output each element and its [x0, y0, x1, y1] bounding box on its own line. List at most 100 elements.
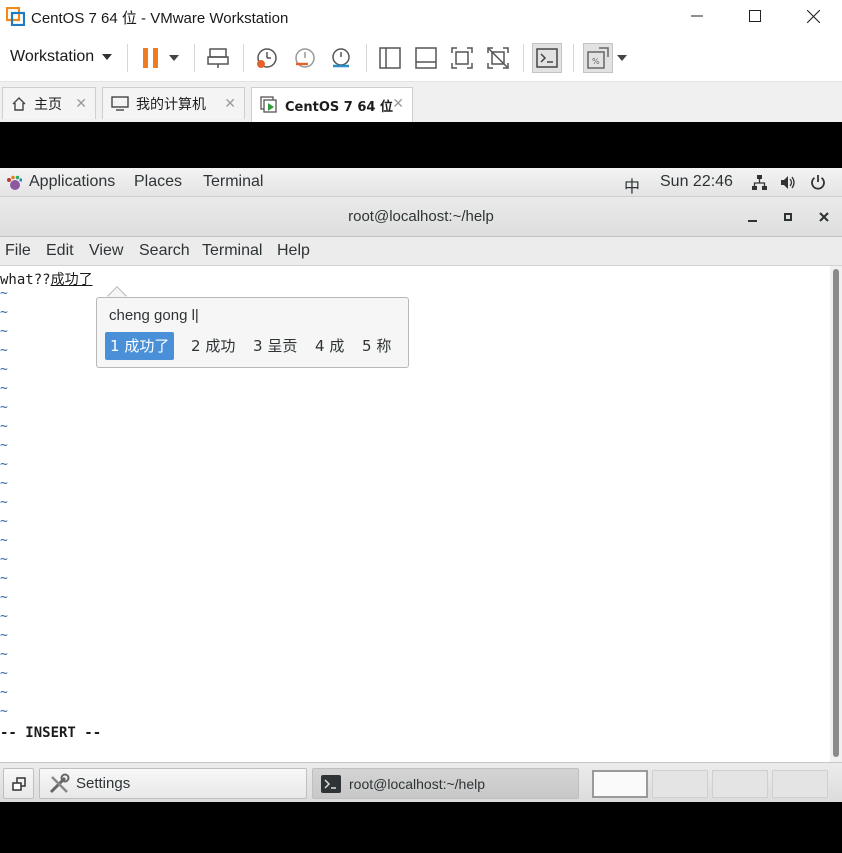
- revert-snapshot-icon: [295, 48, 315, 68]
- taskbar-settings[interactable]: Settings: [39, 768, 307, 799]
- tab-label: 主页: [34, 96, 62, 113]
- snapshot-manager-button[interactable]: [326, 43, 356, 73]
- vim-tilde-marker: ~: [0, 362, 8, 377]
- stretch-guest-button[interactable]: %: [583, 43, 613, 73]
- window-title: CentOS 7 64 位 - VMware Workstation: [31, 10, 289, 27]
- menu-search[interactable]: Search: [139, 242, 190, 260]
- chevron-down-icon: [169, 55, 179, 61]
- scrollbar-thumb[interactable]: [833, 269, 839, 757]
- vim-tilde-marker: ~: [0, 381, 8, 396]
- gnome-bottom-panel: Settings root@localhost:~/help: [0, 762, 842, 802]
- ime-candidate-3[interactable]: 3 呈贡: [248, 332, 302, 360]
- vim-tilde-marker: ~: [0, 495, 8, 510]
- vmware-toolbar: Workstation %: [0, 34, 842, 82]
- candidate-text: 称: [376, 337, 392, 355]
- chevron-down-icon: [617, 55, 627, 61]
- menu-terminal[interactable]: Terminal: [202, 242, 262, 260]
- full-screen-button[interactable]: [447, 43, 477, 73]
- stretch-guest-icon: %: [587, 47, 609, 69]
- vim-tilde-marker: ~: [0, 286, 8, 301]
- vim-tilde-marker: ~: [0, 457, 8, 472]
- menu-view[interactable]: View: [89, 242, 123, 260]
- full-screen-icon: [451, 47, 473, 69]
- snapshot-manager-icon: [332, 48, 350, 68]
- thumbnail-bar-button[interactable]: [411, 43, 441, 73]
- workspace-1[interactable]: [592, 770, 648, 798]
- menu-edit[interactable]: Edit: [46, 242, 74, 260]
- console-view-icon: [536, 48, 558, 68]
- ime-candidate-5[interactable]: 5 称: [357, 332, 396, 360]
- terminal-app-menu[interactable]: Terminal: [203, 173, 263, 191]
- stretch-dropdown-button[interactable]: [613, 43, 631, 73]
- vim-tilde-marker: ~: [0, 533, 8, 548]
- input-method-indicator[interactable]: 中: [624, 173, 640, 197]
- maximize-button[interactable]: [732, 0, 778, 32]
- home-icon: [12, 96, 26, 111]
- console-view-button[interactable]: [532, 43, 562, 73]
- ime-candidate-4[interactable]: 4 成: [310, 332, 349, 360]
- tab-my-computer[interactable]: 我的计算机 ✕: [102, 87, 245, 119]
- ime-candidate-popup: cheng gong l| 1 成功了 2 成功 3 呈贡 4 成 5 称: [96, 297, 409, 368]
- close-icon[interactable]: ✕: [224, 96, 236, 112]
- workspace-3[interactable]: [712, 770, 768, 798]
- workstation-menu-button[interactable]: Workstation: [6, 44, 116, 70]
- minimize-button[interactable]: [674, 0, 720, 32]
- close-icon: [806, 9, 820, 23]
- places-menu[interactable]: Places: [134, 173, 182, 191]
- vim-tilde-marker: ~: [0, 400, 8, 415]
- maximize-icon: [784, 213, 792, 221]
- thumbnail-bar-icon: [415, 47, 437, 69]
- tab-label: CentOS 7 64 位: [285, 99, 393, 115]
- tab-home[interactable]: 主页 ✕: [2, 87, 96, 119]
- send-ctrl-alt-del-icon: [207, 48, 229, 68]
- send-ctrl-alt-del-button[interactable]: [203, 43, 233, 73]
- terminal-maximize-button[interactable]: [778, 207, 798, 227]
- tab-label: 我的计算机: [136, 96, 206, 113]
- workstation-menu-label: Workstation: [10, 48, 95, 65]
- close-button[interactable]: [790, 0, 836, 32]
- take-snapshot-button[interactable]: [252, 43, 282, 73]
- close-icon[interactable]: ✕: [392, 96, 404, 112]
- vm-running-icon: [260, 96, 277, 113]
- toolbar-divider: [127, 44, 128, 72]
- revert-snapshot-button[interactable]: [290, 43, 320, 73]
- ime-candidate-1[interactable]: 1 成功了: [105, 332, 175, 360]
- terminal-minimize-button[interactable]: [742, 207, 762, 227]
- vim-tilde-marker: ~: [0, 324, 8, 339]
- candidate-index: 2: [191, 337, 201, 355]
- terminal-scrollbar[interactable]: [830, 266, 842, 762]
- terminal-icon: [321, 774, 341, 793]
- workspace-2[interactable]: [652, 770, 708, 798]
- tab-centos-vm[interactable]: CentOS 7 64 位 ✕: [251, 87, 413, 122]
- unity-icon: [487, 47, 509, 69]
- settings-tools-icon: [49, 773, 70, 793]
- candidate-index: 1: [110, 337, 120, 355]
- volume-icon[interactable]: [780, 175, 797, 190]
- ime-candidate-2[interactable]: 2 成功: [186, 332, 240, 360]
- vm-display-border-top: [0, 122, 842, 168]
- show-desktop-button[interactable]: [3, 768, 34, 799]
- vim-tilde-marker: ~: [0, 628, 8, 643]
- close-icon[interactable]: ✕: [75, 96, 87, 112]
- menu-file[interactable]: File: [5, 242, 31, 260]
- workspace-4[interactable]: [772, 770, 828, 798]
- editor-text-line: what??成功了: [0, 269, 93, 289]
- terminal-close-button[interactable]: [814, 207, 834, 227]
- taskbar-terminal[interactable]: root@localhost:~/help: [312, 768, 579, 799]
- unity-button[interactable]: [483, 43, 513, 73]
- menu-help[interactable]: Help: [277, 242, 310, 260]
- show-library-button[interactable]: [375, 43, 405, 73]
- vim-tilde-marker: ~: [0, 514, 8, 529]
- minimize-icon: [691, 15, 703, 17]
- vim-tilde-marker: ~: [0, 571, 8, 586]
- power-dropdown-button[interactable]: [162, 43, 186, 73]
- clock[interactable]: Sun 22:46: [660, 173, 733, 191]
- vim-mode-indicator: -- INSERT --: [0, 725, 102, 741]
- applications-menu[interactable]: Applications: [29, 173, 115, 191]
- vim-tilde-marker: ~: [0, 438, 8, 453]
- vim-tilde-marker: ~: [0, 476, 8, 491]
- network-icon[interactable]: [751, 174, 768, 191]
- power-icon[interactable]: [810, 174, 826, 190]
- vmware-logo-icon: [6, 7, 25, 26]
- vim-tilde-marker: ~: [0, 647, 8, 662]
